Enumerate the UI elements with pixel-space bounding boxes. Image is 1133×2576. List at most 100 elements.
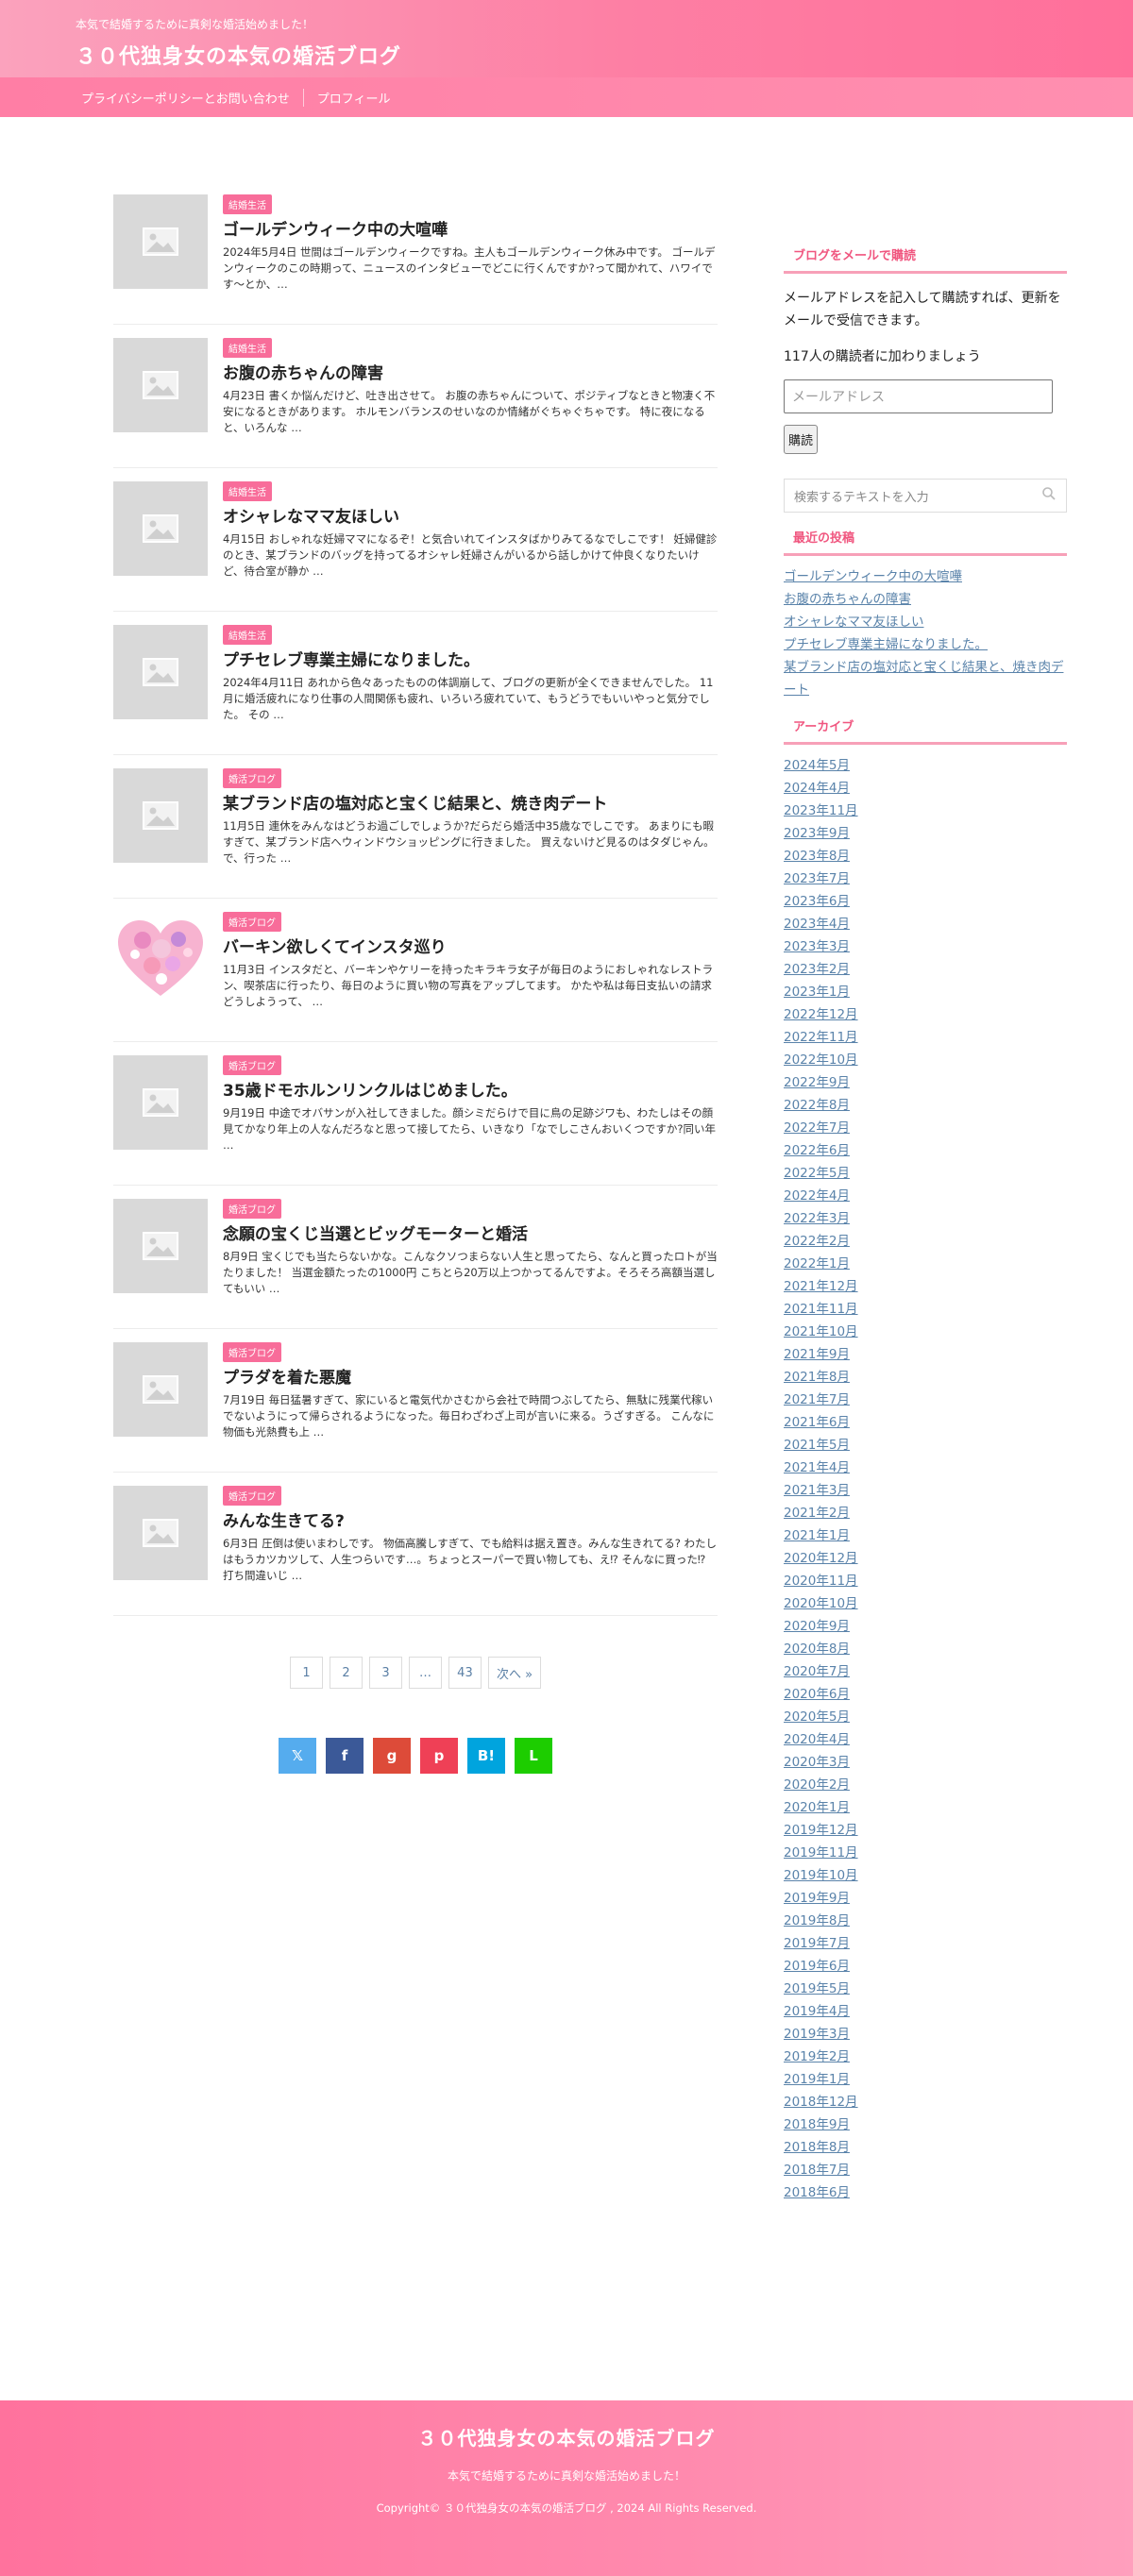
archive-link[interactable]: 2019年12月: [784, 1819, 1067, 1842]
archive-link[interactable]: 2021年8月: [784, 1366, 1067, 1389]
category-badge[interactable]: 婚活ブログ: [223, 1486, 281, 1506]
search-icon[interactable]: [1041, 486, 1057, 505]
category-badge[interactable]: 婚活ブログ: [223, 1055, 281, 1075]
archive-link[interactable]: 2020年1月: [784, 1796, 1067, 1819]
post-title[interactable]: みんな生きてる?: [223, 1511, 718, 1532]
post-title[interactable]: 念願の宝くじ当選とビッグモーターと婚活: [223, 1224, 718, 1245]
archive-link[interactable]: 2019年11月: [784, 1842, 1067, 1864]
archive-link[interactable]: 2021年11月: [784, 1298, 1067, 1321]
category-badge[interactable]: 婚活ブログ: [223, 912, 281, 932]
archive-link[interactable]: 2022年8月: [784, 1094, 1067, 1117]
archive-link[interactable]: 2020年9月: [784, 1615, 1067, 1638]
archive-link[interactable]: 2018年9月: [784, 2113, 1067, 2136]
archive-link[interactable]: 2018年7月: [784, 2159, 1067, 2181]
category-badge[interactable]: 婚活ブログ: [223, 1199, 281, 1219]
archive-link[interactable]: 2020年11月: [784, 1570, 1067, 1592]
post-title[interactable]: プチセレブ専業主婦になりました。: [223, 650, 718, 671]
archive-link[interactable]: 2019年4月: [784, 2000, 1067, 2023]
archive-link[interactable]: 2022年4月: [784, 1185, 1067, 1207]
post-title[interactable]: オシャレなママ友ほしい: [223, 507, 718, 528]
image-placeholder-icon[interactable]: [113, 768, 208, 863]
facebook-share-icon[interactable]: f: [326, 1738, 364, 1774]
archive-link[interactable]: 2022年9月: [784, 1071, 1067, 1094]
archive-link[interactable]: 2021年10月: [784, 1321, 1067, 1343]
googleplus-share-icon[interactable]: g: [373, 1738, 411, 1774]
archive-link[interactable]: 2022年10月: [784, 1049, 1067, 1071]
archive-link[interactable]: 2023年4月: [784, 913, 1067, 935]
search-input[interactable]: 検索するテキストを入力: [784, 479, 1067, 513]
archive-link[interactable]: 2022年11月: [784, 1026, 1067, 1049]
recent-post-link[interactable]: プチセレブ専業主婦になりました。: [784, 633, 1067, 656]
archive-link[interactable]: 2020年12月: [784, 1547, 1067, 1570]
recent-post-link[interactable]: 某ブランド店の塩対応と宝くじ結果と、焼き肉デート: [784, 656, 1067, 701]
site-title[interactable]: ３０代独身女の本気の婚活ブログ: [76, 40, 401, 70]
archive-link[interactable]: 2021年3月: [784, 1479, 1067, 1502]
archive-link[interactable]: 2019年1月: [784, 2068, 1067, 2091]
image-placeholder-icon[interactable]: [113, 1486, 208, 1580]
nav-item-privacy[interactable]: プライバシーポリシーとお問い合わせ: [68, 88, 304, 107]
archive-link[interactable]: 2020年2月: [784, 1774, 1067, 1796]
archive-link[interactable]: 2023年8月: [784, 845, 1067, 867]
post-title[interactable]: プラダを着た悪魔: [223, 1368, 718, 1389]
archive-link[interactable]: 2021年6月: [784, 1411, 1067, 1434]
archive-link[interactable]: 2019年2月: [784, 2046, 1067, 2068]
archive-link[interactable]: 2022年6月: [784, 1139, 1067, 1162]
category-badge[interactable]: 婚活ブログ: [223, 768, 281, 788]
image-placeholder-icon[interactable]: [113, 625, 208, 719]
archive-link[interactable]: 2024年5月: [784, 754, 1067, 777]
twitter-share-icon[interactable]: 𝕏: [279, 1738, 316, 1774]
archive-link[interactable]: 2023年6月: [784, 890, 1067, 913]
archive-link[interactable]: 2023年9月: [784, 822, 1067, 845]
archive-link[interactable]: 2022年7月: [784, 1117, 1067, 1139]
post-title[interactable]: 35歳ドモホルンリンクルはじめました。: [223, 1081, 718, 1102]
next-page-button[interactable]: 次へ »: [487, 1657, 542, 1689]
archive-link[interactable]: 2020年4月: [784, 1728, 1067, 1751]
archive-link[interactable]: 2021年1月: [784, 1524, 1067, 1547]
category-badge[interactable]: 結婚生活: [223, 625, 272, 645]
nav-item-profile[interactable]: プロフィール: [304, 89, 404, 107]
page-2-button[interactable]: 2: [329, 1657, 363, 1689]
archive-link[interactable]: 2018年12月: [784, 2091, 1067, 2113]
page-1-button[interactable]: 1: [289, 1657, 323, 1689]
email-field[interactable]: メールアドレス: [784, 379, 1053, 413]
archive-link[interactable]: 2019年8月: [784, 1910, 1067, 1932]
archive-link[interactable]: 2023年2月: [784, 958, 1067, 981]
archive-link[interactable]: 2023年1月: [784, 981, 1067, 1003]
archive-link[interactable]: 2022年1月: [784, 1253, 1067, 1275]
image-placeholder-icon[interactable]: [113, 1342, 208, 1437]
image-placeholder-icon[interactable]: [113, 1055, 208, 1150]
heart-flowers-image[interactable]: [113, 912, 208, 1006]
category-badge[interactable]: 結婚生活: [223, 481, 272, 501]
pocket-share-icon[interactable]: p: [420, 1738, 458, 1774]
archive-link[interactable]: 2024年4月: [784, 777, 1067, 800]
image-placeholder-icon[interactable]: [113, 1199, 208, 1293]
archive-link[interactable]: 2018年6月: [784, 2181, 1067, 2204]
archive-link[interactable]: 2020年3月: [784, 1751, 1067, 1774]
archive-link[interactable]: 2023年11月: [784, 800, 1067, 822]
recent-post-link[interactable]: お腹の赤ちゃんの障害: [784, 588, 1067, 611]
archive-link[interactable]: 2020年8月: [784, 1638, 1067, 1660]
post-title[interactable]: お腹の赤ちゃんの障害: [223, 363, 718, 384]
archive-link[interactable]: 2020年6月: [784, 1683, 1067, 1706]
post-title[interactable]: バーキン欲しくてインスタ巡り: [223, 937, 718, 958]
recent-post-link[interactable]: オシャレなママ友ほしい: [784, 611, 1067, 633]
archive-link[interactable]: 2019年10月: [784, 1864, 1067, 1887]
archive-link[interactable]: 2021年5月: [784, 1434, 1067, 1456]
category-badge[interactable]: 婚活ブログ: [223, 1342, 281, 1362]
archive-link[interactable]: 2022年3月: [784, 1207, 1067, 1230]
image-placeholder-icon[interactable]: [113, 194, 208, 289]
archive-link[interactable]: 2019年5月: [784, 1978, 1067, 2000]
archive-link[interactable]: 2022年12月: [784, 1003, 1067, 1026]
archive-link[interactable]: 2021年7月: [784, 1389, 1067, 1411]
archive-link[interactable]: 2021年12月: [784, 1275, 1067, 1298]
archive-link[interactable]: 2022年5月: [784, 1162, 1067, 1185]
post-title[interactable]: ゴールデンウィーク中の大喧嘩: [223, 220, 718, 241]
image-placeholder-icon[interactable]: [113, 481, 208, 576]
page-43-button[interactable]: 43: [448, 1657, 482, 1689]
recent-post-link[interactable]: ゴールデンウィーク中の大喧嘩: [784, 565, 1067, 588]
category-badge[interactable]: 結婚生活: [223, 194, 272, 214]
image-placeholder-icon[interactable]: [113, 338, 208, 432]
archive-link[interactable]: 2023年7月: [784, 867, 1067, 890]
archive-link[interactable]: 2020年10月: [784, 1592, 1067, 1615]
archive-link[interactable]: 2021年2月: [784, 1502, 1067, 1524]
